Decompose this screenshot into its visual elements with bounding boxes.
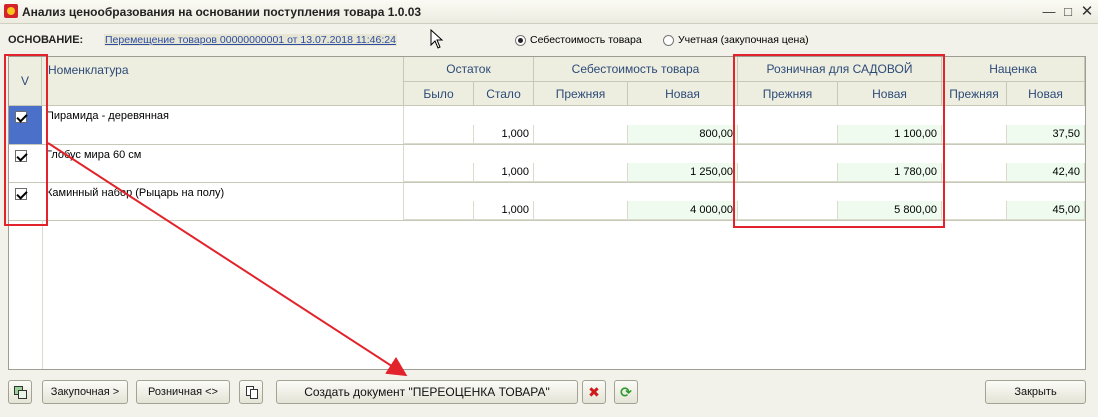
row-checkbox[interactable]: [15, 111, 27, 123]
sub-header-markup-new[interactable]: Новая: [1007, 82, 1085, 106]
sub-header-retail-prev[interactable]: Прежняя: [738, 82, 838, 106]
radio-account-label: Учетная (закупочная цена): [678, 34, 809, 46]
delete-button[interactable]: ✖: [582, 380, 606, 404]
delete-icon: ✖: [588, 383, 600, 400]
minimize-button[interactable]: —: [1039, 2, 1059, 21]
row-divider: [9, 220, 1085, 221]
cell-markup-new[interactable]: 45,00: [1007, 201, 1085, 220]
row-selector[interactable]: [9, 106, 42, 144]
radio-cost[interactable]: Себестоимость товара: [515, 34, 642, 46]
retail-price-button[interactable]: Розничная <>: [136, 380, 230, 404]
basis-label: ОСНОВАНИЕ:: [8, 34, 84, 46]
cell-stock-became: 1,000: [474, 125, 534, 144]
cell-markup-new[interactable]: 37,50: [1007, 125, 1085, 144]
close-window-button[interactable]: ✕: [1077, 2, 1097, 21]
cell-retail-new[interactable]: 1 100,00: [838, 125, 942, 144]
group-stock-header: Остаток: [404, 57, 534, 82]
basis-document-link[interactable]: Перемещение товаров 00000000001 от 13.07…: [104, 34, 397, 46]
cell-stock-became: 1,000: [474, 163, 534, 182]
sub-header-cost-new[interactable]: Новая: [628, 82, 738, 106]
row-checkbox[interactable]: [15, 188, 27, 200]
col-name-header[interactable]: Номенклатура: [42, 57, 404, 106]
pages-button[interactable]: [239, 380, 263, 404]
radio-cost-label: Себестоимость товара: [530, 34, 642, 46]
refresh-icon: ⟳: [620, 383, 632, 400]
group-markup-header: Наценка: [942, 57, 1085, 82]
copy-button[interactable]: [8, 380, 32, 404]
row-selector[interactable]: [9, 145, 42, 182]
cell-cost-new[interactable]: 1 250,00: [628, 163, 738, 182]
cell-markup-prev: [942, 125, 1007, 144]
close-button[interactable]: Закрыть: [985, 380, 1086, 404]
sub-header-was[interactable]: Было: [404, 82, 474, 106]
pricing-table[interactable]: V Номенклатура Остаток Себестоимость тов…: [8, 56, 1086, 370]
col-check-header[interactable]: V: [9, 57, 42, 106]
window-title: Анализ ценообразования на основании пост…: [22, 5, 422, 19]
radio-account-dot[interactable]: [663, 34, 674, 46]
maximize-button[interactable]: □: [1058, 2, 1078, 21]
sub-header-retail-new[interactable]: Новая: [838, 82, 942, 106]
row-checkbox[interactable]: [15, 150, 27, 162]
cell-retail-new[interactable]: 5 800,00: [838, 201, 942, 220]
cell-retail-prev: [738, 125, 838, 144]
cell-markup-new[interactable]: 42,40: [1007, 163, 1085, 182]
row-selector[interactable]: [9, 183, 42, 220]
pages-icon: [245, 385, 258, 399]
sub-header-cost-prev[interactable]: Прежняя: [534, 82, 628, 106]
sub-header-became[interactable]: Стало: [474, 82, 534, 106]
cell-stock-was: [404, 163, 474, 182]
row-name: Глобус мира 60 см: [42, 145, 404, 182]
radio-cost-dot[interactable]: [515, 34, 526, 46]
purchase-price-button[interactable]: Закупочная >: [42, 380, 128, 404]
copy-icon: [13, 385, 27, 399]
cell-markup-prev: [942, 163, 1007, 182]
radio-account[interactable]: Учетная (закупочная цена): [663, 34, 809, 46]
cell-cost-prev: [534, 125, 628, 144]
cell-stock-was: [404, 125, 474, 144]
app-icon: [4, 4, 18, 18]
cell-stock-became: 1,000: [474, 201, 534, 220]
mouse-cursor-icon: [430, 29, 444, 49]
cell-cost-prev: [534, 201, 628, 220]
cell-cost-new[interactable]: 4 000,00: [628, 201, 738, 220]
cell-cost-new[interactable]: 800,00: [628, 125, 738, 144]
cell-cost-prev: [534, 163, 628, 182]
group-retail-header: Розничная для САДОВОЙ: [738, 57, 942, 82]
row-name: Каминный набор (Рыцарь на полу): [42, 183, 404, 220]
row-name: Пирамида - деревянная: [42, 106, 404, 144]
title-bar: Анализ ценообразования на основании пост…: [0, 0, 1098, 24]
cell-retail-prev: [738, 163, 838, 182]
cell-markup-prev: [942, 201, 1007, 220]
cell-retail-prev: [738, 201, 838, 220]
create-revaluation-button[interactable]: Создать документ "ПЕРЕОЦЕНКА ТОВАРА": [276, 380, 578, 404]
column-divider: [42, 220, 43, 369]
refresh-button[interactable]: ⟳: [614, 380, 638, 404]
cell-retail-new[interactable]: 1 780,00: [838, 163, 942, 182]
group-cost-header: Себестоимость товара: [534, 57, 738, 82]
sub-header-markup-prev[interactable]: Прежняя: [942, 82, 1007, 106]
cell-stock-was: [404, 201, 474, 220]
